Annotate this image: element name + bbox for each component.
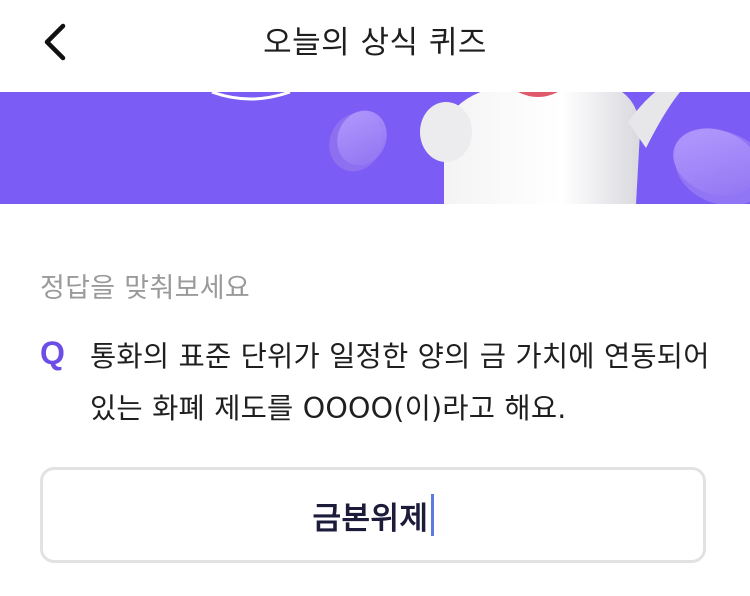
question-text: 통화의 표준 단위가 일정한 양의 금 가치에 연동되어 있는 화폐 제도를 O… — [90, 340, 710, 425]
answer-input[interactable]: 금본위제 — [40, 467, 706, 563]
page-title: 오늘의 상식 퀴즈 — [263, 25, 487, 61]
text-cursor — [430, 494, 434, 536]
answer-value: 금본위제 — [312, 500, 429, 537]
coin-right — [673, 128, 750, 204]
quiz-banner — [0, 92, 750, 204]
coin-left — [329, 110, 387, 172]
quiz-screen: 오늘의 상식 퀴즈 정답을 맞춰보세요 Q 통화의 표준 단위가 일정한 양의 … — [0, 0, 750, 596]
banner-illustration — [211, 92, 750, 204]
character-illustration — [420, 92, 680, 204]
ring-arc — [211, 92, 291, 101]
quiz-prompt: 정답을 맞춰보세요 — [40, 273, 251, 304]
question-label: Q — [40, 335, 65, 371]
top-bar: 오늘의 상식 퀴즈 — [0, 0, 750, 92]
